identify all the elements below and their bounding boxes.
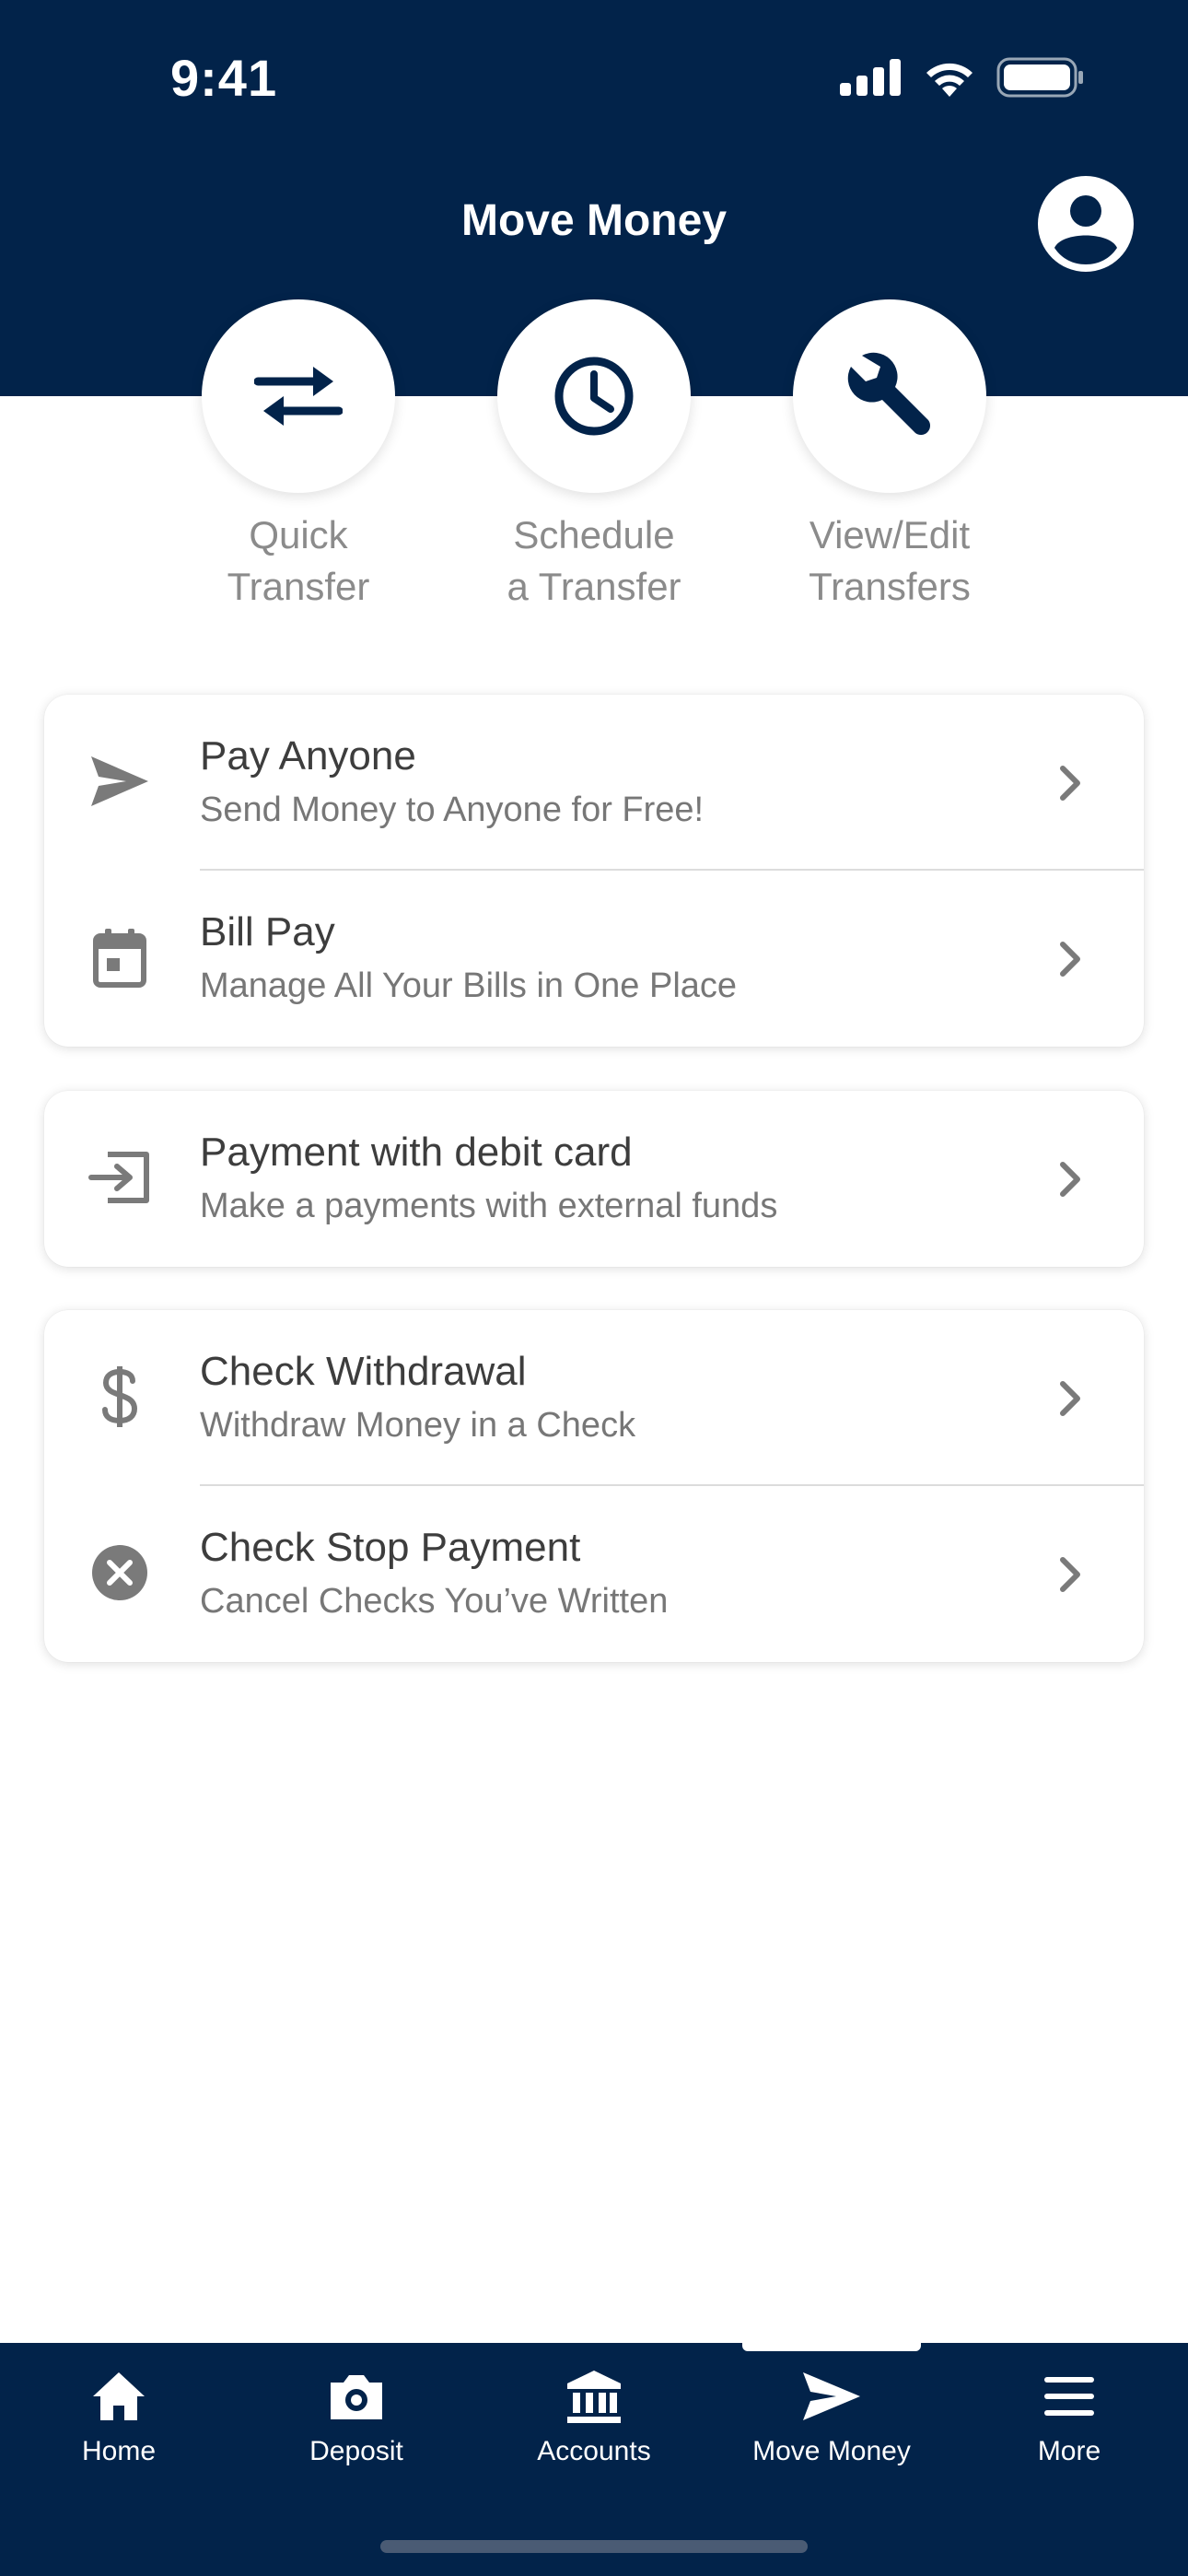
tab-home-label: Home [81, 2436, 157, 2466]
bill-pay-row[interactable]: Bill Pay Manage All Your Bills in One Pl… [44, 871, 1144, 1047]
bill-pay-subtitle: Manage All Your Bills in One Place [200, 966, 738, 1005]
tab-more-label: More [1037, 2436, 1101, 2466]
chevron-right-icon [1060, 1381, 1080, 1416]
active-tab-indicator [742, 2338, 921, 2351]
tab-accounts[interactable]: Accounts [475, 2364, 713, 2467]
card-transfer-icon [87, 1144, 153, 1211]
tab-move-money-label: Move Money [752, 2436, 911, 2466]
home-icon [93, 2372, 145, 2420]
chevron-right-icon [1060, 1557, 1080, 1592]
tab-deposit-label: Deposit [309, 2436, 403, 2466]
menu-icon [1044, 2377, 1094, 2416]
move-money-screen: 9:41 Move Money Quick Transfer Schedule … [0, 0, 1188, 2576]
pay-anyone-row[interactable]: Pay Anyone Send Money to Anyone for Free… [44, 695, 1144, 871]
cellular-signal-icon [840, 59, 901, 96]
tab-move-money[interactable]: Move Money [713, 2364, 950, 2467]
pay-anyone-subtitle: Send Money to Anyone for Free! [200, 790, 705, 829]
schedule-transfer-label: Schedule a Transfer [507, 513, 681, 608]
dollar-icon [87, 1364, 153, 1430]
check-stop-payment-subtitle: Cancel Checks You’ve Written [200, 1582, 669, 1621]
check-withdrawal-title: Check Withdrawal [200, 1349, 527, 1394]
bill-pay-title: Bill Pay [200, 909, 335, 954]
profile-icon[interactable] [1038, 176, 1134, 272]
tab-home[interactable]: Home [0, 2364, 238, 2467]
page-title: Move Money [460, 196, 728, 245]
quick-transfer-circle[interactable] [202, 299, 395, 493]
wrench-icon [847, 352, 930, 435]
schedule-transfer-button[interactable]: Schedule a Transfer [456, 299, 732, 613]
status-time: 9:41 [170, 49, 278, 107]
clock-icon [554, 357, 634, 436]
pay-anyone-title: Pay Anyone [200, 733, 416, 779]
checks-card: Check Withdrawal Withdraw Money in a Che… [44, 1310, 1144, 1662]
home-indicator[interactable] [380, 2540, 808, 2553]
payment-debit-card-subtitle: Make a payments with external funds [200, 1187, 778, 1225]
cancel-circle-icon [87, 1540, 153, 1606]
status-icons [840, 57, 1085, 98]
payment-debit-card-row[interactable]: Payment with debit card Make a payments … [44, 1091, 1144, 1267]
payments-card: Pay Anyone Send Money to Anyone for Free… [44, 695, 1144, 1047]
chevron-right-icon [1060, 1162, 1080, 1197]
debit-card-payment-card: Payment with debit card Make a payments … [44, 1091, 1144, 1267]
check-stop-payment-row[interactable]: Check Stop Payment Cancel Checks You’ve … [44, 1486, 1144, 1662]
check-withdrawal-row[interactable]: Check Withdrawal Withdraw Money in a Che… [44, 1310, 1144, 1486]
quick-transfer-button[interactable]: Quick Transfer [160, 299, 437, 613]
schedule-transfer-circle[interactable] [497, 299, 691, 493]
transfer-arrows-icon [254, 367, 343, 426]
tab-accounts-label: Accounts [537, 2436, 651, 2466]
battery-icon [996, 57, 1083, 98]
send-icon [803, 2372, 860, 2420]
view-edit-transfers-circle[interactable] [793, 299, 986, 493]
check-withdrawal-subtitle: Withdraw Money in a Check [200, 1406, 636, 1445]
bank-icon [567, 2371, 621, 2423]
chevron-right-icon [1060, 766, 1080, 801]
check-stop-payment-title: Check Stop Payment [200, 1525, 581, 1570]
view-edit-transfers-button[interactable]: View/Edit Transfers [751, 299, 1028, 613]
camera-icon [331, 2375, 382, 2419]
calendar-icon [87, 924, 153, 990]
tab-more[interactable]: More [950, 2364, 1188, 2467]
chevron-right-icon [1060, 942, 1080, 977]
view-edit-transfers-label: View/Edit Transfers [809, 513, 971, 608]
payment-debit-card-title: Payment with debit card [200, 1130, 633, 1175]
tab-deposit[interactable]: Deposit [238, 2364, 475, 2467]
quick-transfer-label: Quick Transfer [227, 513, 370, 608]
wifi-icon [926, 63, 973, 97]
send-icon [87, 748, 153, 814]
